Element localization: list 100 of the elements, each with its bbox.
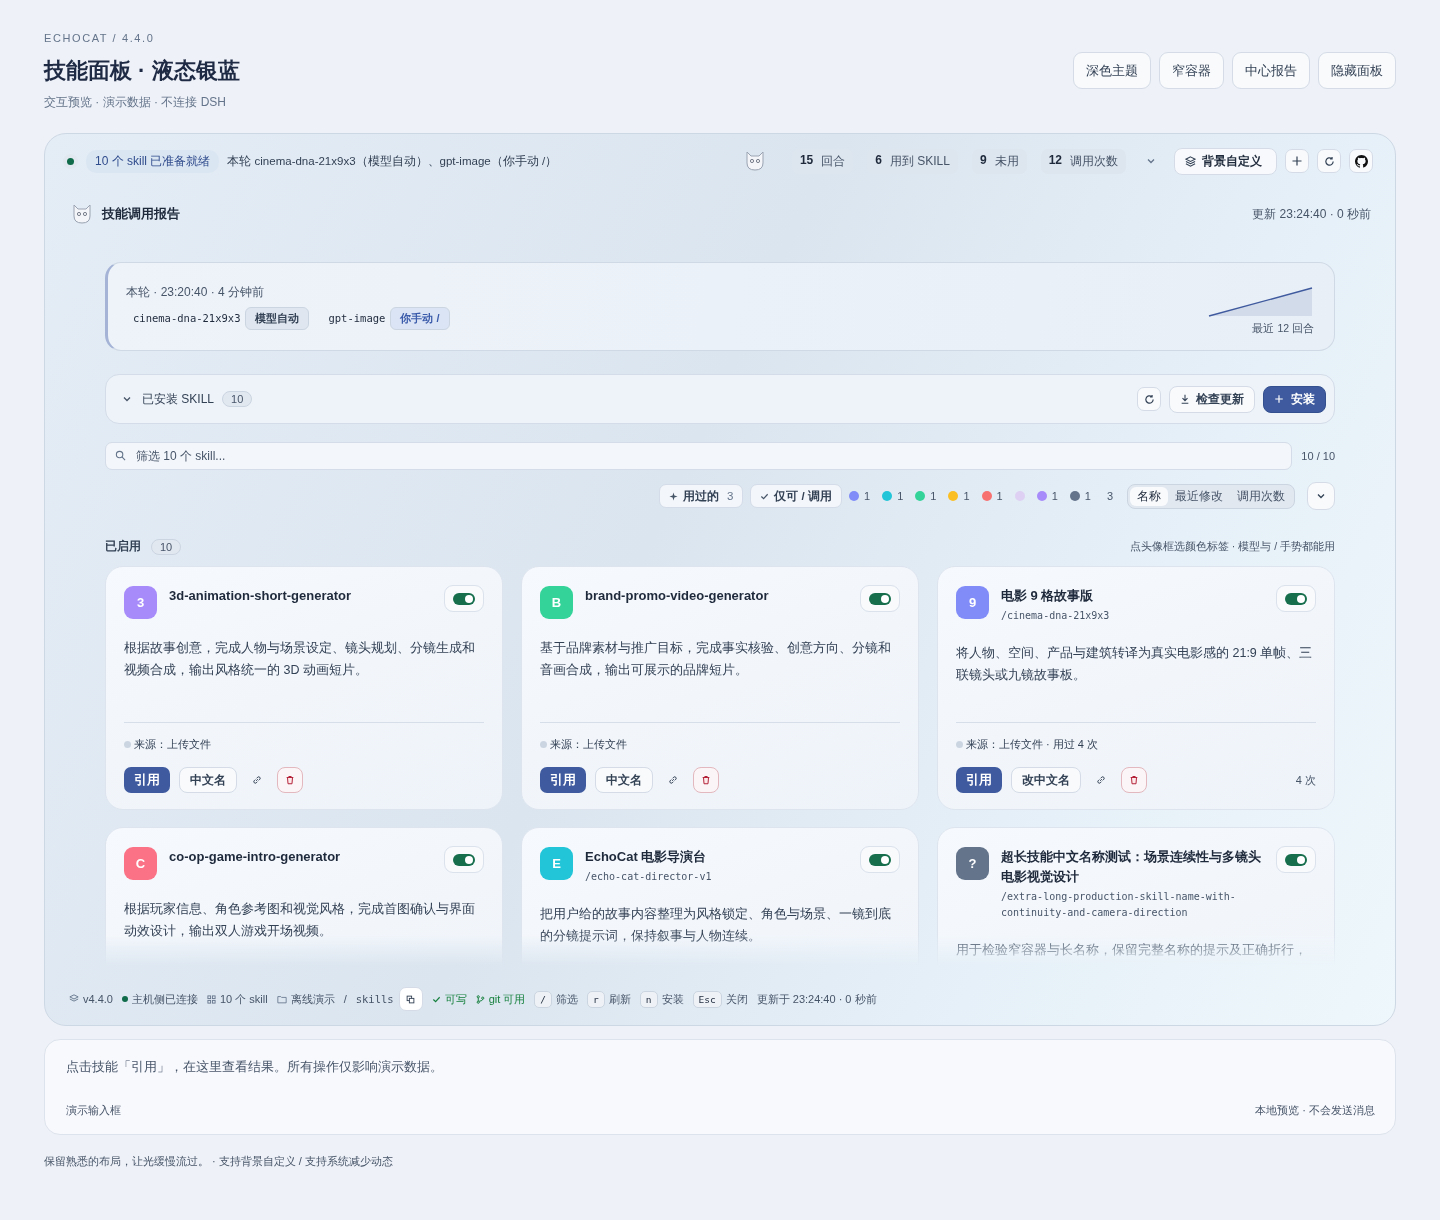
check-icon [760, 491, 770, 501]
refresh-icon [1323, 155, 1335, 167]
sort-option[interactable]: 最近修改 [1168, 486, 1230, 506]
sort-option[interactable]: 调用次数 [1230, 486, 1292, 506]
refresh-button[interactable] [1317, 149, 1341, 173]
search-field[interactable]: 筛选 10 个 skill... [105, 442, 1293, 470]
install-button[interactable]: 安装 [1263, 385, 1326, 413]
tag-dot[interactable] [1069, 491, 1080, 501]
sort-option[interactable]: 名称 [1130, 486, 1168, 506]
tag-count: 1 [963, 490, 970, 502]
skill-description: 把用户给的故事内容整理为风格锁定、角色与场景、一镜到底的分镜提示词，保持叙事与人物连续。 [540, 906, 892, 945]
used-filter-button[interactable]: 用过的 3 [658, 484, 744, 508]
tag-count: 1 [897, 490, 904, 502]
mode-label: 离线演示 [290, 991, 335, 1007]
rename-button[interactable]: 改中文名 [1011, 767, 1081, 793]
status-updated: 更新于 23:24:40 · 0 秒前 [756, 991, 877, 1007]
tag-count: 1 [864, 490, 871, 502]
search-icon [115, 450, 126, 461]
skill-source: 来源：上传文件 [134, 737, 211, 752]
enable-toggle[interactable] [444, 846, 484, 873]
add-button[interactable] [1285, 149, 1309, 173]
enable-toggle[interactable] [860, 585, 900, 612]
stat-value: 9 [979, 152, 987, 169]
app-eyebrow: ECHOCAT / 4.4.0 [44, 32, 156, 44]
source-dot [540, 741, 547, 748]
header-button[interactable]: 中心报告 [1232, 52, 1310, 89]
composer-note: 本地预览 · 不会发送消息 [1255, 1103, 1375, 1118]
background-button[interactable]: 背景自定义 [1174, 147, 1277, 175]
source-dot [956, 741, 963, 748]
cite-button[interactable]: 引用 [124, 767, 170, 793]
refresh-button[interactable] [1137, 387, 1161, 411]
skill-title: 电影 9 格故事版 [1001, 587, 1095, 605]
demo-input-box[interactable]: 点击技能「引用」，在这里查看结果。所有操作仅影响演示数据。 演示输入框 本地预览 · 不会发送消息 [44, 1039, 1396, 1135]
call-tag: 模型自动 [245, 306, 310, 330]
github-icon [1354, 154, 1368, 168]
round-time: 本轮 · 23:20:40 · 4 分钟前 [126, 283, 266, 301]
copy-button[interactable] [398, 987, 423, 1011]
skill-name: gpt-image [328, 312, 386, 324]
trash-icon [285, 775, 295, 785]
github-button[interactable] [1349, 149, 1373, 173]
layers-icon [1185, 155, 1196, 167]
tag-dot[interactable] [915, 491, 926, 501]
shortcut-key: / [534, 990, 553, 1008]
header-button[interactable]: 窄容器 [1159, 52, 1224, 89]
grid-icon [206, 994, 216, 1004]
tag-count: 1 [996, 490, 1003, 502]
tag-dot[interactable] [849, 491, 859, 501]
tag-dot[interactable] [981, 491, 992, 501]
rename-button[interactable]: 中文名 [595, 767, 653, 793]
tag-dot[interactable] [948, 491, 959, 501]
skill-source: 来源：上传文件 [550, 737, 627, 752]
cite-button[interactable]: 引用 [540, 767, 586, 793]
tag-dot[interactable] [882, 491, 893, 501]
rename-button[interactable]: 中文名 [179, 767, 237, 793]
delete-button[interactable] [1121, 767, 1147, 793]
composer-label: 演示输入框 [66, 1103, 121, 1118]
link-icon[interactable] [1096, 775, 1106, 785]
tag-dot[interactable] [1014, 491, 1025, 501]
shortcut-key: Esc [692, 990, 722, 1008]
callable-filter-button[interactable]: 仅可 / 调用 [750, 484, 842, 508]
enable-toggle[interactable] [1276, 846, 1316, 873]
enable-toggle[interactable] [1276, 585, 1316, 612]
path-separator: / [343, 993, 347, 1005]
page-title: 技能面板 · 液态银蓝 [44, 57, 240, 85]
host-status: 主机侧已连接 [131, 991, 198, 1007]
check-icon [431, 994, 441, 1004]
report-title: 技能调用报告 [102, 205, 180, 223]
skill-description: 根据故事创意，完成人物与场景设定、镜头规划、分镜生成和视频合成，输出风格统一的 3D 动画短片。 [124, 640, 476, 679]
section-hint: 点头像框选颜色标签 · 模型与 / 手势都能用 [1129, 539, 1335, 554]
link-icon[interactable] [668, 775, 678, 785]
shortcut-label: 安装 [661, 991, 684, 1007]
version-label: v4.4.0 [83, 993, 113, 1005]
skill-description: 基于品牌素材与推广目标，完成事实核验、创意方向、分镜和音画合成，输出可展示的品牌短片。 [540, 640, 892, 679]
skill-description: 根据玩家信息、角色参考图和视觉风格，完成首图确认与界面动效设计，输出双人游戏开场视频。 [124, 901, 476, 940]
skill-title: EchoCat 电影导演台 [585, 848, 708, 866]
skill-avatar[interactable]: ? [956, 847, 989, 880]
stat-label: 未用 [994, 152, 1019, 170]
chevron-down-icon[interactable] [1146, 156, 1156, 166]
download-icon [1180, 394, 1190, 404]
count-badge: 10 [222, 391, 253, 407]
git-branch-icon [475, 994, 485, 1004]
chevron-down-icon [1316, 491, 1326, 501]
enable-toggle[interactable] [860, 846, 900, 873]
skill-source: 来源：上传文件 · 用过 4 次 [966, 737, 1098, 752]
tag-dot[interactable] [1036, 491, 1047, 501]
shortcut-key: n [639, 990, 658, 1008]
enable-toggle[interactable] [444, 585, 484, 612]
plus-icon [1274, 394, 1284, 404]
chevron-down-icon[interactable] [122, 394, 132, 404]
cite-button[interactable]: 引用 [956, 767, 1002, 793]
layers-icon [69, 994, 79, 1004]
header-button[interactable]: 隐藏面板 [1318, 52, 1396, 89]
stat-label: 调用次数 [1070, 152, 1118, 170]
skills-path: skills [355, 993, 394, 1005]
header-button[interactable]: 深色主题 [1073, 52, 1151, 89]
skill-description: 将人物、空间、产品与建筑转译为真实电影感的 21:9 单帧、三联镜头或九镜故事板。 [956, 645, 1314, 684]
delete-button[interactable] [693, 767, 719, 793]
link-icon[interactable] [252, 775, 262, 785]
check-updates-button[interactable]: 检查更新 [1169, 385, 1255, 413]
delete-button[interactable] [277, 767, 303, 793]
